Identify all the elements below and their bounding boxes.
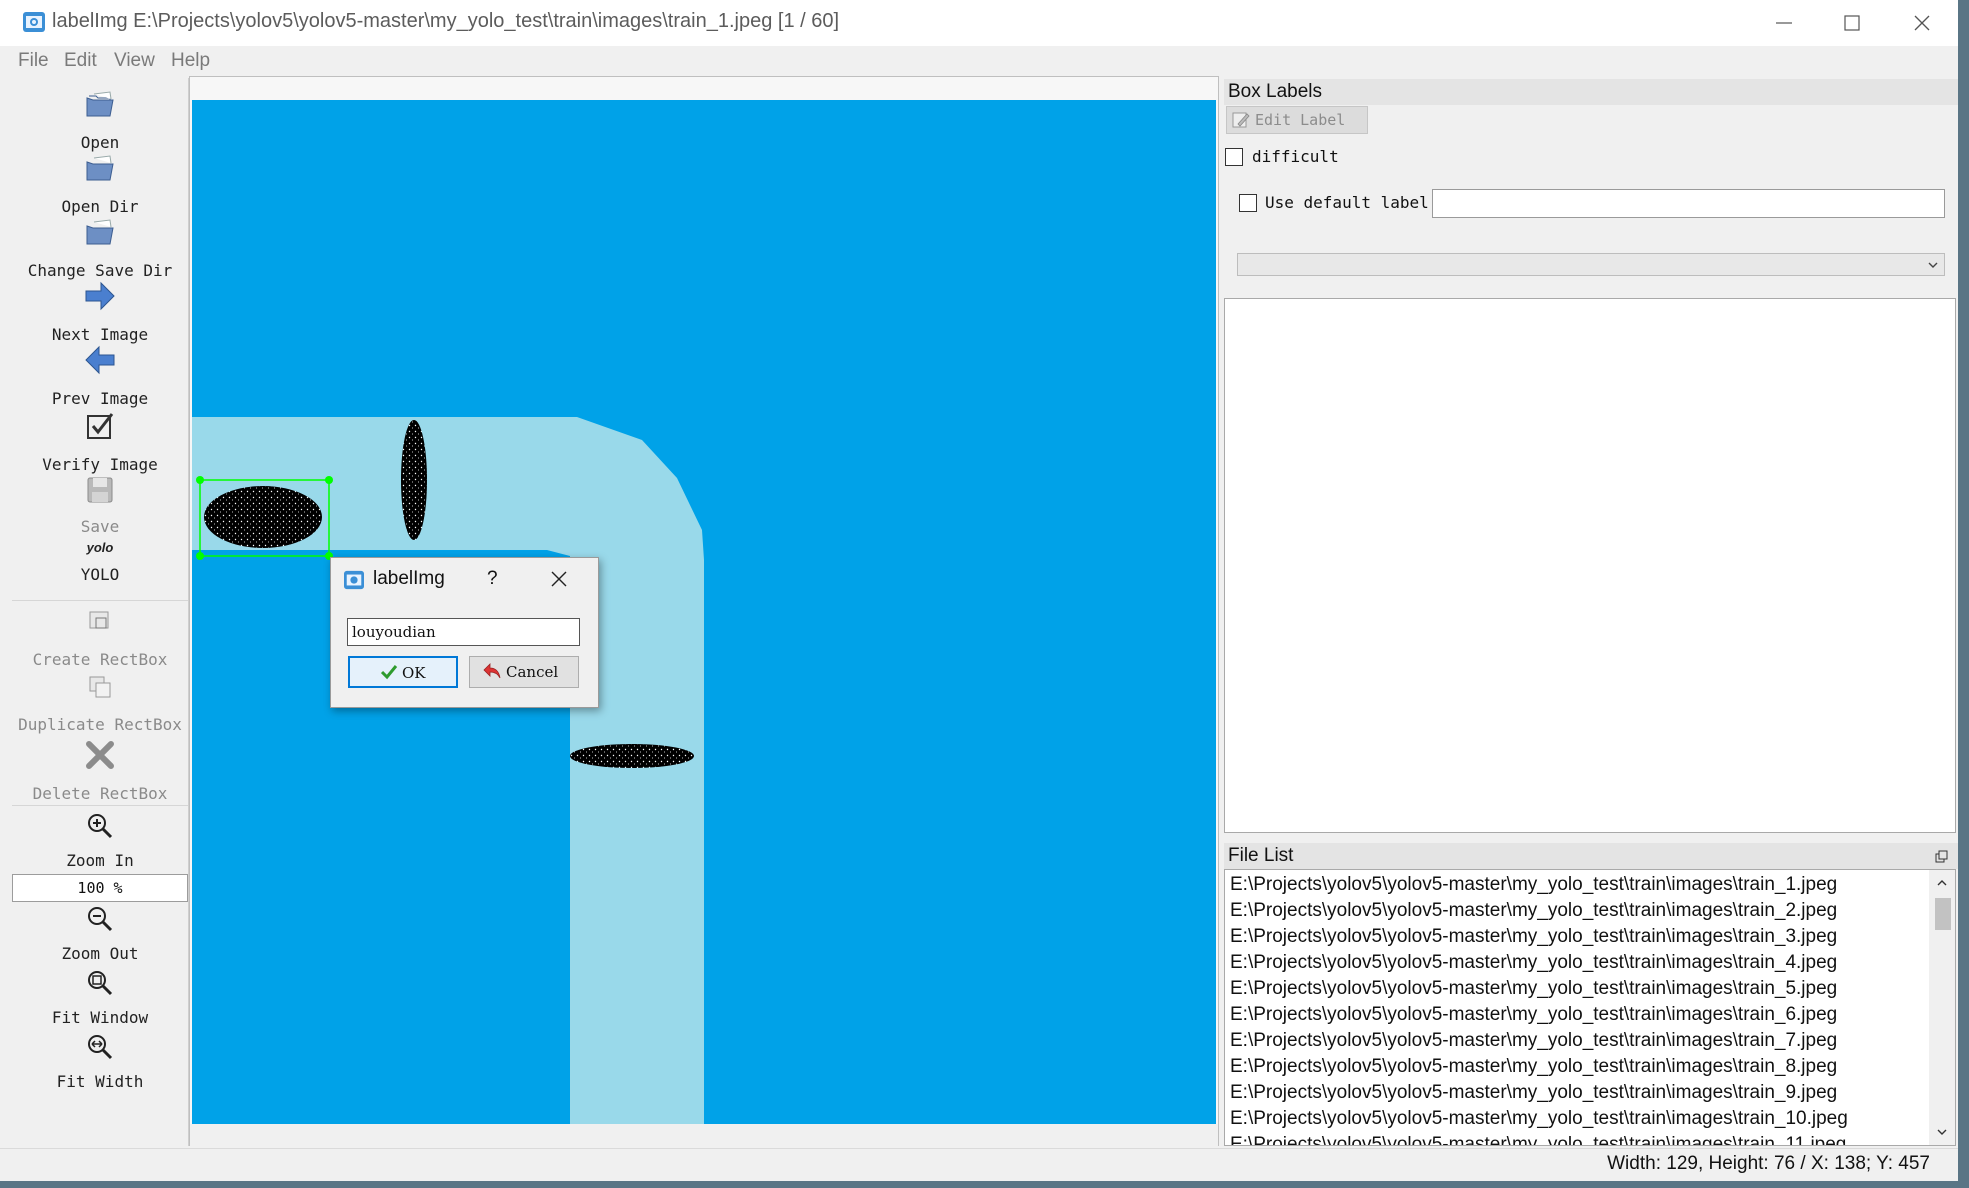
file-list-item[interactable]: E:\Projects\yolov5\yolov5-master\my_yolo… <box>1230 1004 1837 1026</box>
fit-width-label: Fit Width <box>56 1072 144 1091</box>
label-combobox[interactable] <box>1237 253 1945 276</box>
canvas-horizontal-scrollbar[interactable] <box>190 1124 1218 1146</box>
menu-edit[interactable]: Edit <box>64 50 97 72</box>
status-coordinates: Width: 129, Height: 76 / X: 138; Y: 457 <box>1607 1153 1930 1174</box>
create-rectbox-label: Create RectBox <box>32 650 168 669</box>
app-icon <box>23 12 45 32</box>
scroll-down-icon[interactable] <box>1936 1127 1948 1137</box>
edit-label-text: Edit Label <box>1255 111 1346 129</box>
file-list-item[interactable]: E:\Projects\yolov5\yolov5-master\my_yolo… <box>1230 1030 1837 1052</box>
undock-icon[interactable] <box>1935 850 1948 863</box>
label-dialog: labelImg ? louyoudian OK Cancel <box>330 557 599 708</box>
help-button[interactable]: ? <box>487 568 498 590</box>
status-bar: Width: 129, Height: 76 / X: 138; Y: 457 <box>0 1148 1958 1181</box>
file-list-item[interactable]: E:\Projects\yolov5\yolov5-master\my_yolo… <box>1230 1082 1837 1104</box>
file-list-scrollbar[interactable] <box>1929 870 1955 1145</box>
minimize-icon <box>1776 22 1792 24</box>
verify-image-label: Verify Image <box>42 455 158 474</box>
menu-view[interactable]: View <box>114 50 155 72</box>
check-icon <box>380 665 398 680</box>
duplicate-rectbox-label: Duplicate RectBox <box>18 715 182 734</box>
fit-width-icon <box>88 1035 113 1060</box>
ok-button[interactable]: OK <box>348 656 458 688</box>
scrollbar-thumb[interactable] <box>1935 898 1951 930</box>
zoom-in-label: Zoom In <box>66 851 134 870</box>
file-list-title: File List <box>1224 843 1958 869</box>
vertical-streak-object <box>401 420 427 540</box>
close-window-button[interactable] <box>1890 0 1954 46</box>
default-label-input[interactable] <box>1432 189 1945 218</box>
cancel-button[interactable]: Cancel <box>469 656 579 688</box>
window-title: labelImg E:\Projects\yolov5\yolov5-maste… <box>52 10 840 32</box>
file-list-item[interactable]: E:\Projects\yolov5\yolov5-master\my_yolo… <box>1230 1134 1846 1145</box>
difficult-label: difficult <box>1252 147 1339 166</box>
app-icon <box>344 570 364 590</box>
format-label: YOLO <box>80 565 120 584</box>
arrow-left-icon <box>85 345 115 375</box>
chevron-down-icon <box>1928 262 1938 268</box>
minimize-button[interactable] <box>1752 0 1816 46</box>
horizontal-streak-object <box>570 744 694 768</box>
delete-rectbox-label: Delete RectBox <box>32 784 168 803</box>
ok-label: OK <box>402 664 426 682</box>
title-bar[interactable]: labelImg E:\Projects\yolov5\yolov5-maste… <box>0 0 1958 46</box>
toolbar-divider <box>12 600 188 601</box>
folder-open-icon <box>86 219 114 245</box>
file-list-item[interactable]: E:\Projects\yolov5\yolov5-master\my_yolo… <box>1230 900 1837 922</box>
use-default-label-label: Use default label <box>1265 193 1429 212</box>
folder-open-icon <box>86 91 114 117</box>
left-toolbar: Open Open Dir Change Save Dir Next Image <box>12 78 189 1146</box>
fit-window-label: Fit Window <box>51 1008 149 1027</box>
maximize-button[interactable] <box>1820 0 1884 46</box>
zoom-in-icon <box>88 814 113 839</box>
file-list-item[interactable]: E:\Projects\yolov5\yolov5-master\my_yolo… <box>1230 978 1837 1000</box>
floppy-disk-icon <box>87 477 113 503</box>
next-image-label: Next Image <box>51 325 149 344</box>
undo-arrow-icon <box>483 663 501 679</box>
change-save-dir-label: Change Save Dir <box>27 261 173 280</box>
create-box-icon <box>89 611 109 629</box>
delete-x-icon <box>86 741 114 769</box>
edit-pencil-icon <box>1232 112 1250 128</box>
file-list-title-text: File List <box>1228 845 1294 866</box>
menu-file[interactable]: File <box>18 50 49 72</box>
zoom-value-spinbox[interactable]: 100 % <box>12 874 188 902</box>
label-input[interactable]: louyoudian <box>347 618 580 646</box>
edit-label-button[interactable]: Edit Label <box>1226 106 1368 134</box>
menu-bar: File Edit View Help <box>0 46 1958 76</box>
file-list-item[interactable]: E:\Projects\yolov5\yolov5-master\my_yolo… <box>1230 1108 1848 1130</box>
duplicate-icon <box>89 676 111 698</box>
ellipse-object <box>204 486 322 548</box>
file-list-item[interactable]: E:\Projects\yolov5\yolov5-master\my_yolo… <box>1230 926 1837 948</box>
yolo-icon: yolo <box>86 540 114 555</box>
folder-open-icon <box>86 155 114 181</box>
scroll-up-icon[interactable] <box>1936 878 1948 888</box>
box-label-list[interactable] <box>1224 298 1956 833</box>
difficult-checkbox[interactable] <box>1225 148 1243 166</box>
box-labels-title: Box Labels <box>1224 79 1958 105</box>
file-list-item[interactable]: E:\Projects\yolov5\yolov5-master\my_yolo… <box>1230 1056 1837 1078</box>
labelimg-window: labelImg E:\Projects\yolov5\yolov5-maste… <box>0 0 1958 1181</box>
use-default-label-checkbox[interactable] <box>1239 194 1257 212</box>
zoom-out-label: Zoom Out <box>61 944 139 963</box>
file-list[interactable]: E:\Projects\yolov5\yolov5-master\my_yolo… <box>1224 869 1956 1146</box>
cancel-label: Cancel <box>506 663 559 681</box>
open-label: Open <box>80 133 120 152</box>
checkbox-check-icon <box>87 413 114 439</box>
close-icon <box>1914 15 1930 31</box>
dialog-title: labelImg <box>373 568 445 589</box>
arrow-right-icon <box>85 281 115 311</box>
menu-help[interactable]: Help <box>171 50 210 72</box>
open-dir-label: Open Dir <box>61 197 139 216</box>
file-list-item[interactable]: E:\Projects\yolov5\yolov5-master\my_yolo… <box>1230 874 1837 896</box>
maximize-icon <box>1844 15 1860 31</box>
prev-image-label: Prev Image <box>51 389 149 408</box>
zoom-out-icon <box>88 907 113 932</box>
close-icon[interactable] <box>550 570 568 588</box>
save-label: Save <box>80 517 120 536</box>
fit-window-icon <box>88 971 113 996</box>
file-list-item[interactable]: E:\Projects\yolov5\yolov5-master\my_yolo… <box>1230 952 1837 974</box>
toolbar-divider <box>12 805 188 806</box>
